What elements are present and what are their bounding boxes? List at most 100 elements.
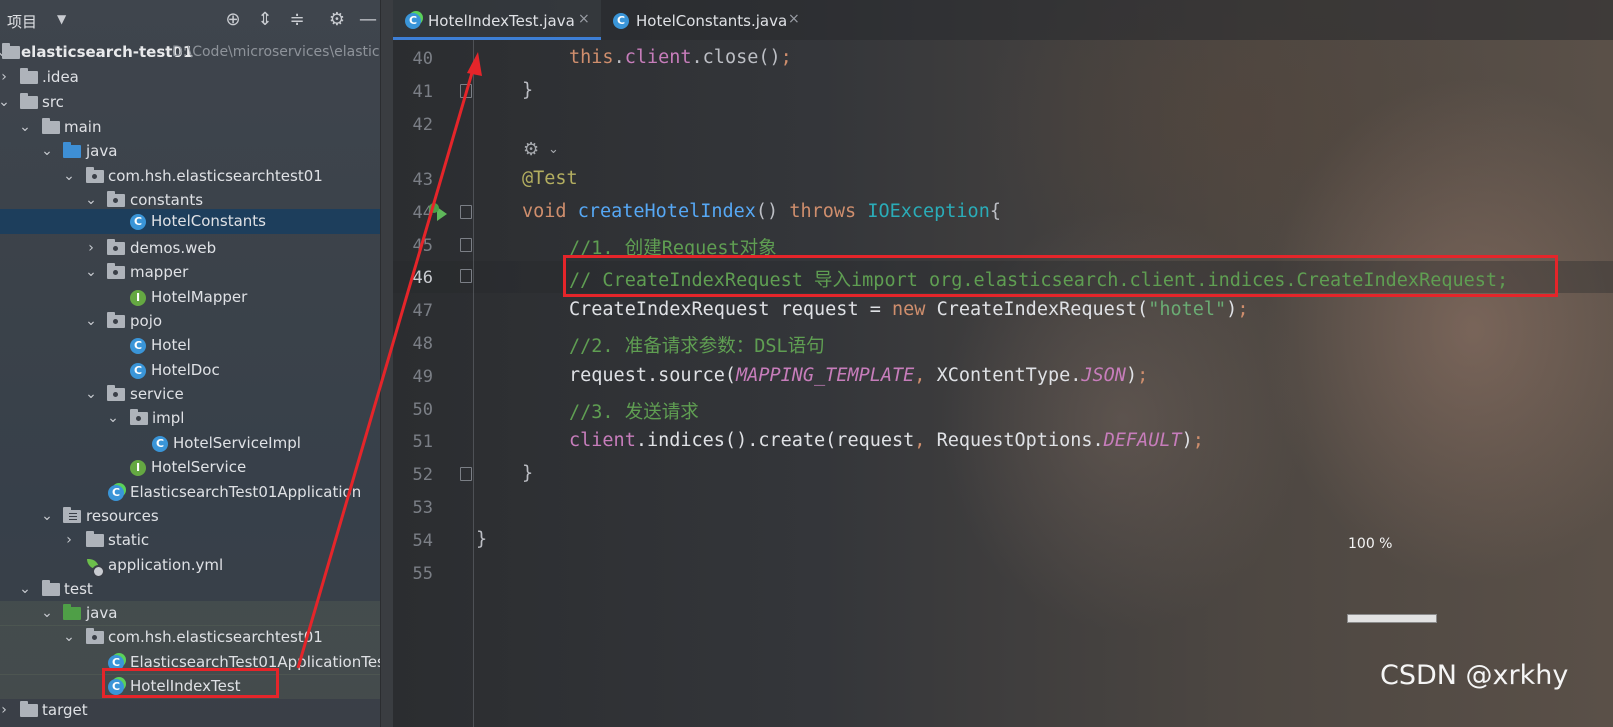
line-number[interactable]: 48 (393, 334, 433, 354)
locate-icon[interactable]: ⊕ (223, 10, 243, 30)
tree-item-main[interactable]: ⌄ main (0, 115, 393, 140)
gutter-separator (473, 40, 474, 727)
token: .close() (691, 47, 781, 68)
tree-item-main-package[interactable]: ⌄ com.hsh.elasticsearchtest01 (0, 164, 393, 189)
line-number[interactable]: 45 (393, 236, 433, 256)
code-line-40[interactable]: this.client.close(); (569, 47, 792, 68)
close-icon[interactable]: × (788, 11, 800, 27)
close-icon[interactable]: × (578, 11, 590, 27)
line-number[interactable]: 52 (393, 465, 433, 485)
line-number[interactable]: 51 (393, 432, 433, 452)
line-number[interactable]: 46 (393, 268, 433, 288)
chevron-down-icon[interactable]: ⌄ (548, 142, 559, 157)
collapse-all-icon[interactable]: ≑ (287, 10, 307, 30)
tree-item-idea[interactable]: › .idea (0, 65, 393, 90)
tree-item-main-java[interactable]: ⌄ java (0, 139, 393, 164)
tree-item-target[interactable]: › target (0, 698, 393, 723)
line-number[interactable]: 44 (393, 203, 433, 223)
tree-item-hotel-mapper[interactable]: I HotelMapper (0, 285, 393, 310)
code-line-41[interactable]: } (522, 80, 533, 101)
token: ; (780, 47, 792, 68)
code-line-51[interactable]: client.indices().create(request, Request… (569, 430, 1204, 451)
tree-item-hotel-service-impl[interactable]: C HotelServiceImpl (0, 431, 393, 456)
chevron-right-icon[interactable]: › (62, 532, 76, 548)
fold-start-icon[interactable] (460, 238, 472, 252)
token: } (476, 529, 488, 550)
line-number[interactable]: 42 (393, 115, 433, 135)
chevron-down-icon[interactable]: ⌄ (84, 264, 98, 280)
fold-end-icon[interactable] (460, 269, 472, 283)
tree-item-mapper[interactable]: ⌄ mapper (0, 260, 393, 285)
chevron-right-icon[interactable]: › (0, 69, 11, 85)
minimize-icon[interactable]: — (358, 10, 378, 30)
tab-hotel-constants[interactable]: C HotelConstants.java × (601, 0, 811, 40)
tab-hotel-index-test[interactable]: C HotelIndexTest.java × (393, 0, 601, 40)
run-test-icon[interactable] (429, 203, 449, 223)
code-line-50[interactable]: //3. 发送请求 (569, 398, 699, 424)
tree-item-service[interactable]: ⌄ service (0, 382, 393, 407)
code-line-44[interactable]: void createHotelIndex() throws IOExcepti… (522, 201, 1001, 222)
code-line-52[interactable]: } (522, 463, 533, 484)
tree-item-test-package[interactable]: ⌄ com.hsh.elasticsearchtest01 (0, 625, 393, 650)
fold-end-icon[interactable] (460, 467, 472, 481)
line-number[interactable]: 53 (393, 498, 433, 518)
code-line-43[interactable]: @Test (522, 168, 578, 189)
project-panel-title[interactable]: 项目 (7, 11, 37, 32)
tree-item-label: HotelServiceImpl (173, 434, 301, 452)
resources-folder-icon (63, 507, 81, 525)
code-line-48[interactable]: //2. 准备请求参数：DSL语句 (569, 332, 825, 358)
tree-item-pojo[interactable]: ⌄ pojo (0, 309, 393, 334)
tree-item-test-java[interactable]: ⌄ java (0, 601, 393, 626)
tree-item-hotel-service[interactable]: I HotelService (0, 455, 393, 480)
tree-item-src[interactable]: ⌄ src (0, 90, 393, 115)
chevron-right-icon[interactable]: › (84, 240, 98, 256)
tree-item-project-root[interactable]: ⌄ elasticsearch-test01 D:\Code\microserv… (0, 40, 393, 65)
chevron-down-icon[interactable]: ▼ (57, 12, 66, 26)
chevron-down-icon[interactable]: ⌄ (18, 119, 32, 135)
chevron-down-icon[interactable]: ⌄ (40, 605, 54, 621)
tree-item-hotel[interactable]: C Hotel (0, 333, 393, 358)
chevron-down-icon[interactable]: ⌄ (62, 629, 76, 645)
tree-item-demos-web[interactable]: › demos.web (0, 236, 393, 261)
line-number[interactable]: 54 (393, 531, 433, 551)
tree-item-application-yml[interactable]: application.yml (0, 553, 393, 578)
code-line-49[interactable]: request.source(MAPPING_TEMPLATE, XConten… (569, 365, 1148, 386)
zoom-slider[interactable] (1347, 614, 1437, 623)
editor-tab-bar: C HotelIndexTest.java × C HotelConstants… (393, 0, 1613, 40)
code-line-54[interactable]: } (476, 529, 487, 550)
chevron-down-icon[interactable]: ⌄ (62, 168, 76, 184)
chevron-down-icon[interactable]: ⌄ (0, 94, 11, 110)
chevron-down-icon[interactable]: ⌄ (18, 581, 32, 597)
chevron-down-icon[interactable]: ⌄ (40, 508, 54, 524)
class-icon: C (130, 362, 148, 379)
tree-item-hotel-constants[interactable]: C HotelConstants (0, 209, 393, 234)
chevron-down-icon[interactable]: ⌄ (106, 410, 120, 426)
tree-item-application-class[interactable]: C ElasticsearchTest01Application (0, 480, 393, 505)
chevron-down-icon[interactable]: ⌄ (84, 386, 98, 402)
token: RequestOptions. (936, 430, 1104, 451)
tree-item-test[interactable]: ⌄ test (0, 577, 393, 602)
token: client (569, 430, 636, 451)
line-number[interactable]: 47 (393, 301, 433, 321)
code-line-47[interactable]: CreateIndexRequest request = new CreateI… (569, 299, 1248, 320)
tree-item-impl[interactable]: ⌄ impl (0, 406, 393, 431)
line-number[interactable]: 55 (393, 564, 433, 584)
fold-end-icon[interactable] (460, 84, 472, 98)
line-number[interactable]: 50 (393, 400, 433, 420)
tree-item-hotel-doc[interactable]: C HotelDoc (0, 358, 393, 383)
code-vision-icon[interactable]: ⚙ (523, 139, 539, 160)
line-number[interactable]: 40 (393, 49, 433, 69)
line-number[interactable]: 43 (393, 170, 433, 190)
chevron-right-icon[interactable]: › (0, 702, 11, 718)
line-number[interactable]: 41 (393, 82, 433, 102)
tree-item-resources[interactable]: ⌄ resources (0, 504, 393, 529)
line-number[interactable]: 49 (393, 367, 433, 387)
chevron-down-icon[interactable]: ⌄ (84, 192, 98, 208)
gear-icon[interactable]: ⚙ (327, 10, 347, 30)
expand-all-icon[interactable]: ⇕ (255, 10, 275, 30)
tree-item-label: static (108, 531, 150, 549)
chevron-down-icon[interactable]: ⌄ (40, 143, 54, 159)
tree-item-static[interactable]: › static (0, 528, 393, 553)
chevron-down-icon[interactable]: ⌄ (84, 313, 98, 329)
fold-start-icon[interactable] (460, 205, 472, 219)
